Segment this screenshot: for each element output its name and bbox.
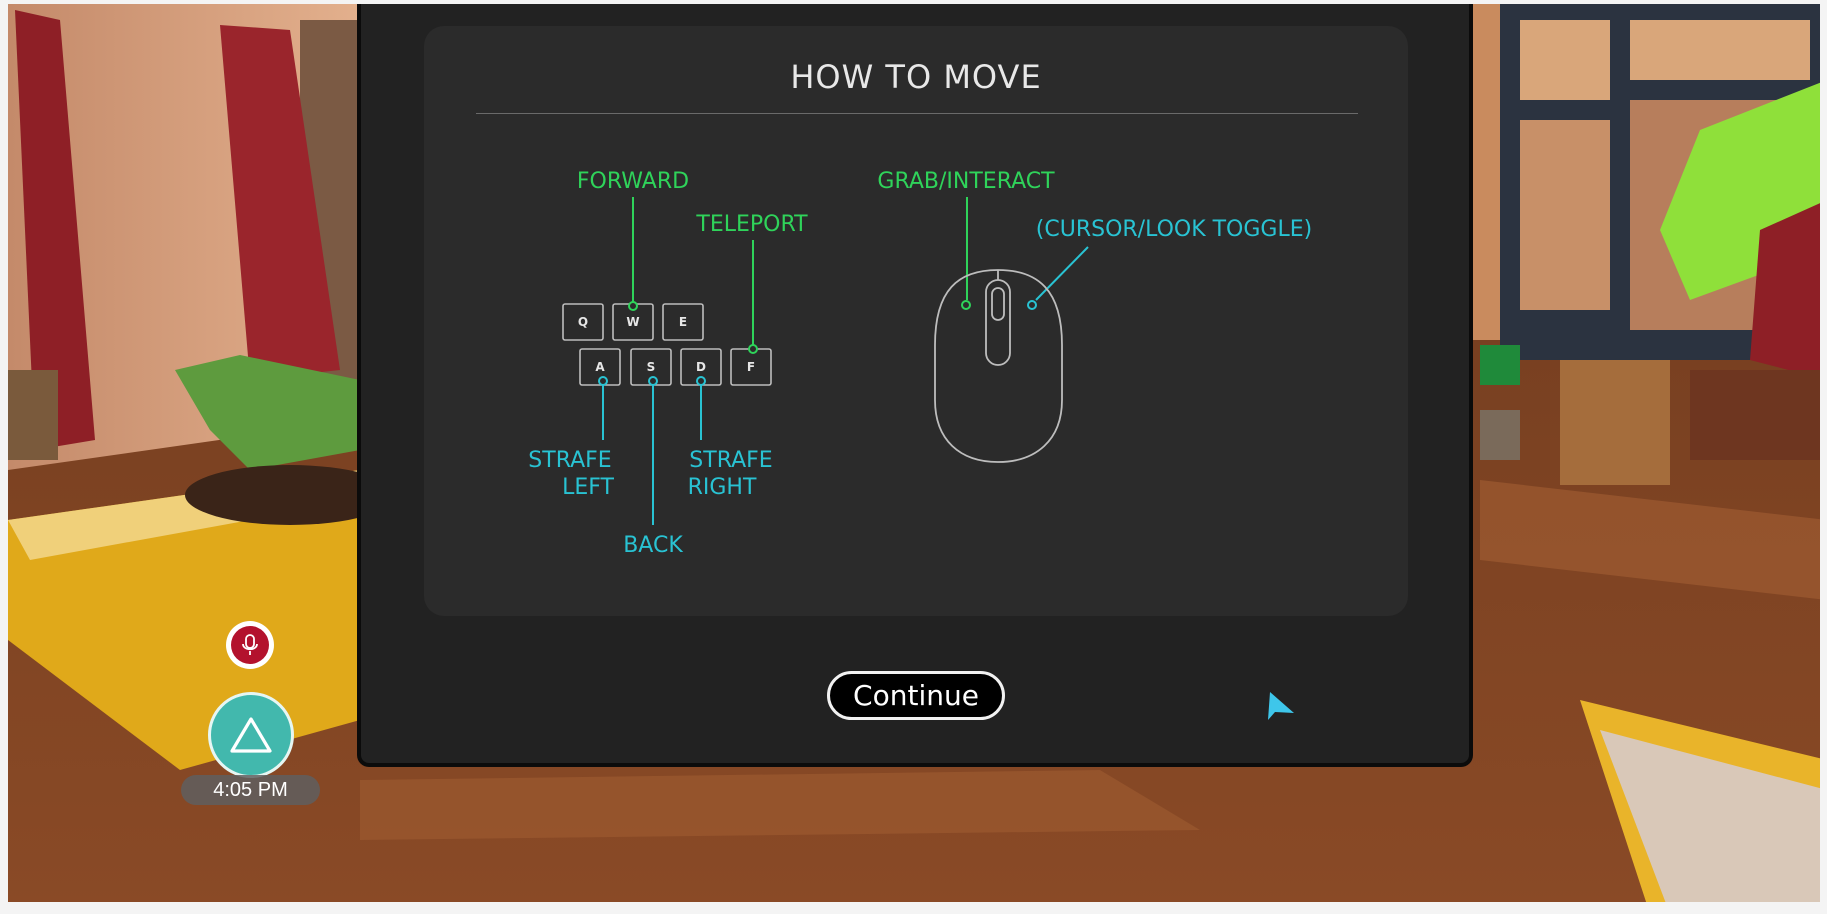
menu-button[interactable] (208, 692, 294, 778)
strafe-right-label-line1: STRAFE (689, 448, 772, 473)
forward-label: FORWARD (577, 169, 689, 194)
continue-button[interactable]: Continue (827, 671, 1005, 720)
triangle-menu-icon (230, 717, 272, 753)
key-e-label: E (679, 315, 687, 329)
key-a-label: A (595, 360, 605, 374)
back-label: BACK (623, 533, 683, 558)
mic-button[interactable] (226, 621, 274, 669)
clock: 4:05 PM (181, 775, 320, 805)
grab-interact-label: GRAB/INTERACT (877, 169, 1055, 194)
key-d-label: D (696, 360, 706, 374)
key-w-label: W (626, 315, 639, 329)
key-q-label: Q (578, 315, 588, 329)
microphone-icon (231, 626, 269, 664)
key-f-label: F (747, 360, 755, 374)
teleport-label: TELEPORT (695, 212, 808, 237)
strafe-left-label-line1: STRAFE (528, 448, 611, 473)
strafe-right-label-line2: RIGHT (688, 475, 757, 500)
cursor-arrow-icon (1268, 692, 1294, 720)
cursor-look-toggle-label: (CURSOR/LOOK TOGGLE) (1036, 217, 1312, 242)
strafe-left-label-line2: LEFT (562, 475, 614, 500)
key-s-label: S (647, 360, 656, 374)
mouse-icon (934, 269, 1063, 463)
